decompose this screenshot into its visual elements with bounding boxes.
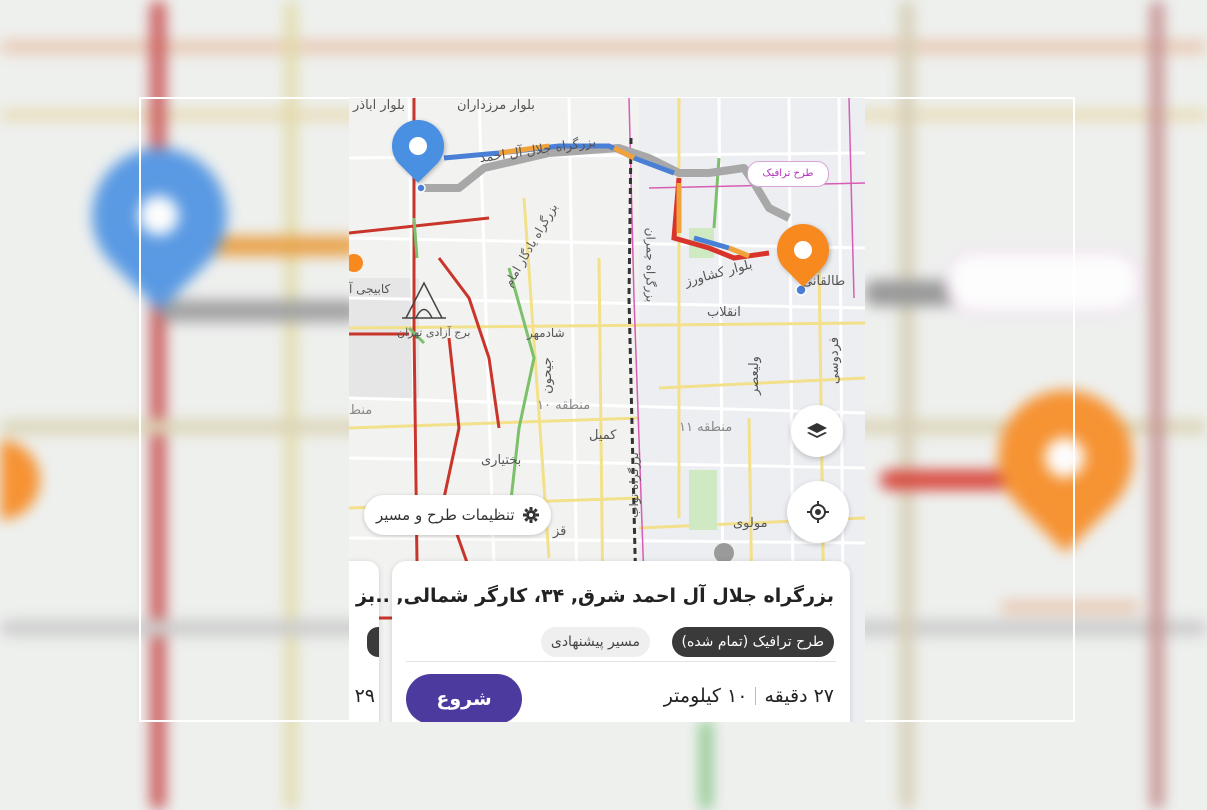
route-settings-button[interactable]: تنظیمات طرح و مسیر xyxy=(364,495,551,535)
map-label: کابیجی آ xyxy=(349,282,391,296)
alternate-route-duration: ۲۹ xyxy=(354,685,375,707)
crosshair-icon xyxy=(807,501,829,523)
traffic-zone-chip[interactable]: طرح ترافیک xyxy=(747,161,829,187)
layers-button[interactable] xyxy=(791,405,843,457)
map-screen[interactable]: بلوار مرزداران بلوار اباذر بزرگراه جلال … xyxy=(349,98,865,722)
route-distance: ۱۰ کیلومتر xyxy=(663,685,748,707)
map-label: انقلاب xyxy=(707,305,741,320)
traffic-status-badge: طرح ترافیک (تمام شده) xyxy=(671,627,834,657)
map-label: بختیاری xyxy=(481,453,522,468)
map-label: منط xyxy=(349,403,373,418)
gear-icon xyxy=(522,507,539,523)
start-navigation-button[interactable]: شروع xyxy=(406,674,522,722)
route-title: بزرگراه جلال آل احمد شرق, ۳۴، کارگر شمال… xyxy=(368,585,834,607)
separator xyxy=(755,687,757,705)
map-label: شادمهر xyxy=(527,326,565,340)
map-label: بلوار اباذر xyxy=(353,98,405,113)
map-label: فردوسی xyxy=(827,336,843,385)
suggested-route-badge: مسیر پیشنهادی xyxy=(540,627,650,657)
map-label: بزرگراه چمران xyxy=(643,227,658,303)
map-label: ولیعصر xyxy=(746,356,762,395)
route-duration: ۲۷ دقیقه xyxy=(764,685,834,707)
map-label: بزرگراه نواب xyxy=(626,452,641,518)
my-location-button[interactable] xyxy=(787,481,849,543)
map-label: کمیل xyxy=(589,428,617,443)
route-card[interactable]: بزرگراه جلال آل احمد شرق, ۳۴، کارگر شمال… xyxy=(368,561,850,722)
route-settings-label: تنظیمات طرح و مسیر xyxy=(376,506,515,524)
layers-icon xyxy=(807,423,827,438)
map-label: بلوار مرزداران xyxy=(457,98,535,113)
map-label: منطقه ۱۱ xyxy=(679,420,733,435)
map-label: منطقه ۱۰ xyxy=(537,398,591,413)
divider xyxy=(406,661,836,662)
background-orange-marker xyxy=(0,440,40,520)
route-summary: ۲۷ دقیقه ۱۰ کیلومتر xyxy=(664,685,834,707)
map-label: قز xyxy=(553,524,567,539)
alternate-route-badge xyxy=(367,627,379,657)
map-label: جیحون xyxy=(539,357,555,394)
map-label: برج آزادی تهران xyxy=(397,326,471,339)
map-label: مولوی xyxy=(733,516,768,531)
